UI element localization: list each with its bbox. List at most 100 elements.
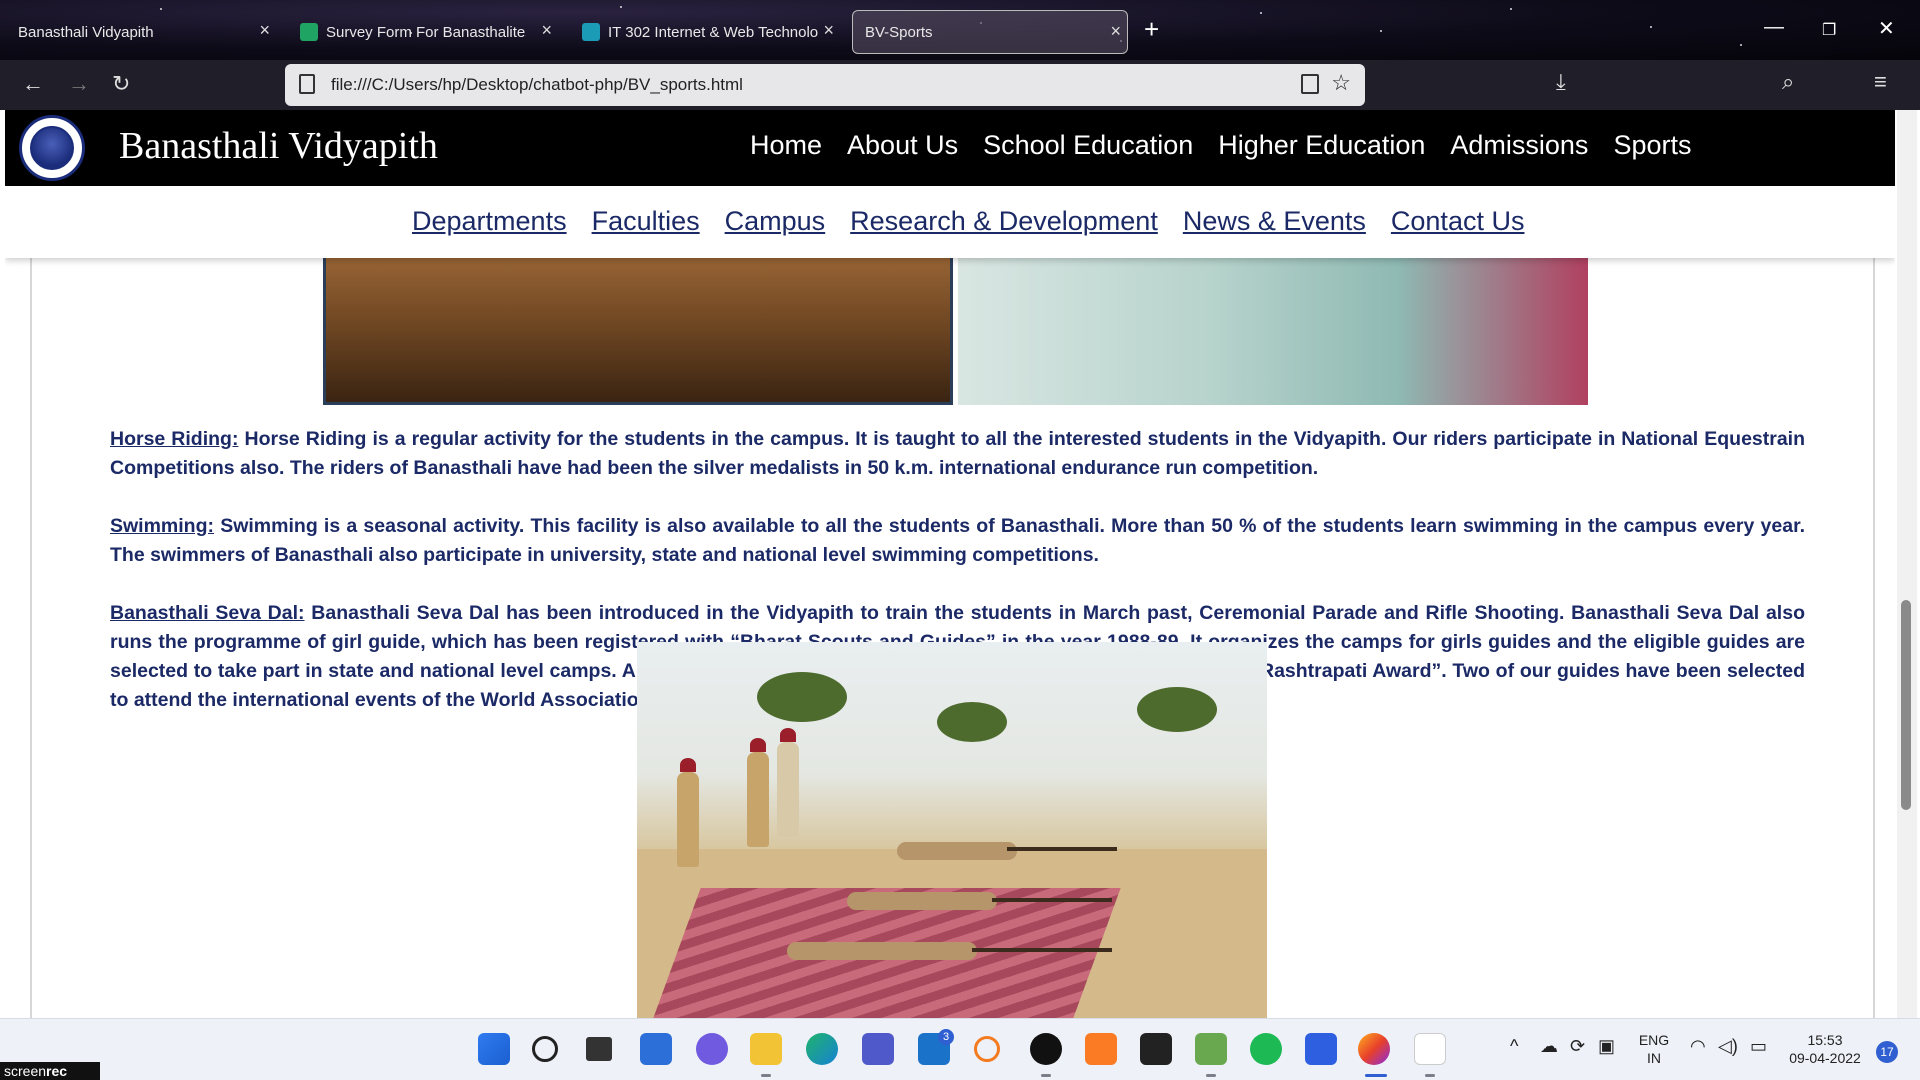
file-explorer-icon[interactable] xyxy=(750,1033,782,1065)
close-icon[interactable]: × xyxy=(1110,21,1121,42)
mail-badge: 3 xyxy=(938,1029,954,1045)
date-text: 09-04-2022 xyxy=(1789,1050,1861,1066)
tab-banasthali-vidyapith[interactable]: Banasthali Vidyapith × xyxy=(6,10,276,54)
classroom-icon xyxy=(582,23,600,41)
nav-home[interactable]: Home xyxy=(750,130,822,161)
lang-text: ENG xyxy=(1638,1032,1670,1048)
spotify-icon[interactable] xyxy=(1250,1033,1282,1065)
sub-nav: Departments Faculties Campus Research & … xyxy=(5,186,1895,258)
close-icon[interactable]: × xyxy=(541,20,552,41)
tab-survey-form[interactable]: Survey Form For Banasthalites ( × xyxy=(288,10,558,54)
url-text: file:///C:/Users/hp/Desktop/chatbot-php/… xyxy=(331,75,743,94)
active-indicator xyxy=(1365,1074,1387,1077)
subnav-departments[interactable]: Departments xyxy=(412,206,567,237)
teams-icon[interactable] xyxy=(862,1033,894,1065)
watermark-suffix: rec xyxy=(46,1063,68,1079)
subnav-contact-us[interactable]: Contact Us xyxy=(1391,206,1525,237)
scrollbar-thumb[interactable] xyxy=(1901,600,1911,810)
subnav-faculties[interactable]: Faculties xyxy=(592,206,700,237)
minimize-icon[interactable]: — xyxy=(1764,16,1784,39)
chevron-up-icon[interactable]: ^ xyxy=(1510,1037,1518,1055)
onedrive-icon[interactable]: ☁ xyxy=(1540,1037,1558,1055)
notion-icon[interactable] xyxy=(1305,1033,1337,1065)
taskbar: 3 ^ ☁ ⟳ ▣ ENG IN ◠ ◁) ▭ 15:53 09-04-2022… xyxy=(0,1018,1920,1080)
sync-icon[interactable]: ⟳ xyxy=(1570,1037,1585,1055)
nav-higher-education[interactable]: Higher Education xyxy=(1218,130,1425,161)
web-page: Banasthali Vidyapith Home About Us Schoo… xyxy=(5,110,1895,1018)
close-icon[interactable]: × xyxy=(823,20,834,41)
notification-badge[interactable]: 17 xyxy=(1876,1041,1898,1063)
task-view-icon[interactable] xyxy=(586,1037,612,1061)
swimming-image xyxy=(958,240,1588,405)
site-title: Banasthali Vidyapith xyxy=(119,125,438,167)
widgets-icon[interactable] xyxy=(640,1033,672,1065)
prone-cadet xyxy=(897,842,1017,860)
rifle xyxy=(992,898,1112,902)
search-icon[interactable]: ⌕ xyxy=(1782,69,1794,95)
menu-icon[interactable]: ≡ xyxy=(1874,69,1887,95)
tree xyxy=(1137,687,1217,732)
rifle xyxy=(972,948,1112,952)
tray-app-icon[interactable]: ▣ xyxy=(1598,1037,1615,1055)
download-icon[interactable]: ⤓ xyxy=(1556,69,1566,95)
tab-title: Survey Form For Banasthalites ( xyxy=(326,23,526,41)
rifle xyxy=(1007,847,1117,851)
page-scrollbar[interactable] xyxy=(1897,110,1917,1018)
chat-icon[interactable] xyxy=(696,1033,728,1065)
edge-icon[interactable] xyxy=(806,1033,838,1065)
clock[interactable]: 15:53 09-04-2022 xyxy=(1782,1031,1868,1067)
browser-tab-bar: Banasthali Vidyapith × Survey Form For B… xyxy=(0,0,1920,60)
start-icon[interactable] xyxy=(478,1033,510,1065)
xampp-icon[interactable] xyxy=(1085,1033,1117,1065)
search-icon[interactable] xyxy=(532,1036,558,1062)
reader-view-icon[interactable] xyxy=(1301,74,1319,94)
time-text: 15:53 xyxy=(1807,1032,1843,1048)
seva-dal-rifle-shooting-image xyxy=(637,642,1267,1018)
sticky-notes-icon[interactable] xyxy=(1140,1033,1172,1065)
subnav-research-development[interactable]: Research & Development xyxy=(850,206,1158,237)
page-icon xyxy=(299,74,315,94)
region-text: IN xyxy=(1647,1050,1661,1066)
wifi-icon[interactable]: ◠ xyxy=(1690,1037,1706,1055)
tree xyxy=(937,702,1007,742)
close-window-icon[interactable]: ✕ xyxy=(1878,16,1895,41)
officer xyxy=(777,728,799,837)
subnav-campus[interactable]: Campus xyxy=(725,206,826,237)
firefox-icon[interactable] xyxy=(1358,1033,1390,1065)
forward-arrow-icon[interactable]: → xyxy=(68,71,90,97)
nav-school-education[interactable]: School Education xyxy=(983,130,1193,161)
subnav-news-events[interactable]: News & Events xyxy=(1183,206,1366,237)
battery-icon[interactable]: ▭ xyxy=(1750,1037,1767,1055)
nav-admissions[interactable]: Admissions xyxy=(1450,130,1588,161)
running-indicator xyxy=(1425,1074,1435,1077)
jupyter-icon[interactable] xyxy=(974,1036,1000,1062)
tab-title: IT 302 Internet & Web Technolo xyxy=(608,23,818,41)
tab-bv-sports[interactable]: BV-Sports × xyxy=(852,10,1128,54)
screenrec-watermark: screenrec xyxy=(0,1062,100,1080)
japan-flag-icon[interactable] xyxy=(1414,1033,1446,1065)
bookmark-star-icon[interactable]: ☆ xyxy=(1331,70,1351,96)
new-tab-button[interactable]: + xyxy=(1144,14,1159,45)
restore-icon[interactable]: ❐ xyxy=(1822,20,1836,40)
paint-icon[interactable] xyxy=(1195,1033,1227,1065)
logo-emblem xyxy=(30,126,74,170)
watermark-prefix: screen xyxy=(4,1063,47,1079)
main-nav: Home About Us School Education Higher Ed… xyxy=(750,130,1691,161)
cadet xyxy=(677,758,699,867)
prone-cadet xyxy=(787,942,977,960)
nav-about-us[interactable]: About Us xyxy=(847,130,958,161)
address-bar[interactable]: file:///C:/Users/hp/Desktop/chatbot-php/… xyxy=(285,64,1365,106)
tab-it302[interactable]: IT 302 Internet & Web Technolo × xyxy=(570,10,840,54)
cadet xyxy=(747,738,769,847)
language-indicator[interactable]: ENG IN xyxy=(1634,1031,1674,1067)
record-icon[interactable] xyxy=(1030,1033,1062,1065)
section-label: Horse Riding: xyxy=(110,428,239,450)
sheets-icon xyxy=(300,23,318,41)
back-arrow-icon[interactable]: ← xyxy=(22,71,44,97)
site-logo[interactable] xyxy=(19,115,85,181)
reload-icon[interactable]: ↻ xyxy=(112,71,130,97)
section-label: Banasthali Seva Dal: xyxy=(110,602,305,624)
close-icon[interactable]: × xyxy=(259,20,270,41)
volume-icon[interactable]: ◁) xyxy=(1718,1037,1738,1055)
nav-sports[interactable]: Sports xyxy=(1613,130,1691,161)
